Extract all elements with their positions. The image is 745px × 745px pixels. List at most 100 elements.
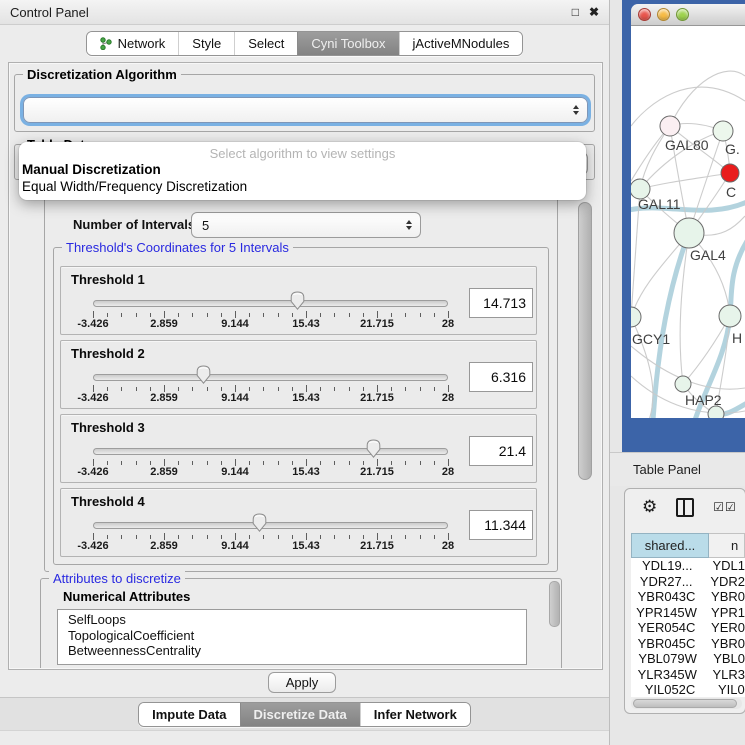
slider-thumb[interactable] — [290, 291, 305, 310]
slider-tick — [278, 535, 279, 539]
tab-style[interactable]: Style — [178, 32, 234, 55]
slider-tick — [434, 535, 435, 539]
algorithm-option-manual-discretization[interactable]: Manual Discretization — [19, 162, 586, 179]
slider-tick — [164, 311, 165, 318]
slider-tick — [405, 313, 406, 317]
table-horizontal-scrollbar[interactable] — [631, 698, 742, 709]
network-node-g[interactable] — [713, 121, 733, 141]
tab-impute-data[interactable]: Impute Data — [139, 703, 239, 726]
tab-network[interactable]: Network — [87, 32, 179, 55]
slider-tick — [192, 313, 193, 317]
threshold-value-field[interactable]: 14.713 — [469, 288, 533, 318]
network-node-h[interactable] — [719, 305, 741, 327]
network-edge — [631, 87, 745, 126]
slider-tick — [121, 535, 122, 539]
network-node-label: GCY1 — [632, 331, 670, 347]
slider-tick — [278, 461, 279, 465]
threshold-label: Threshold 1 — [71, 272, 145, 287]
threshold-value-field[interactable]: 21.4 — [469, 436, 533, 466]
slider-tick — [178, 313, 179, 317]
attributes-list-scrollbar[interactable] — [549, 581, 560, 627]
network-node-unlabeled[interactable] — [708, 406, 724, 418]
slider-tick — [405, 535, 406, 539]
slider-tick — [207, 387, 208, 391]
slider-thumb[interactable] — [366, 439, 381, 458]
tab-select[interactable]: Select — [234, 32, 297, 55]
cell-shared-name: YBR043C — [631, 589, 702, 604]
close-icon[interactable]: ✖ — [589, 5, 599, 19]
gear-icon[interactable]: ⚙ — [642, 497, 657, 517]
column-header-shared-name[interactable]: shared... — [631, 533, 709, 558]
threshold-value-field[interactable]: 11.344 — [469, 510, 533, 540]
slider-track[interactable] — [93, 374, 448, 381]
network-node-label: C — [726, 184, 736, 200]
slider-track[interactable] — [93, 448, 448, 455]
slider-tick-label: 15.43 — [292, 540, 320, 552]
column-header-name[interactable]: n — [709, 533, 745, 558]
threshold-value-field[interactable]: 6.316 — [469, 362, 533, 392]
table-row[interactable]: YBL079WYBL0 — [631, 651, 745, 667]
checkbox-icons[interactable]: ☑☑ — [713, 500, 737, 514]
network-edge — [640, 173, 730, 189]
table-row[interactable]: YBR043CYBR0 — [631, 589, 745, 605]
slider-tick — [434, 387, 435, 391]
network-window-titlebar[interactable] — [631, 4, 745, 26]
algorithm-combobox[interactable] — [23, 97, 588, 123]
network-node-gcy1[interactable] — [631, 307, 641, 327]
network-node-gal4[interactable] — [674, 218, 704, 248]
cell-name: YDL1 — [703, 558, 745, 573]
tab-discretize-data[interactable]: Discretize Data — [240, 703, 360, 726]
minimize-button[interactable] — [657, 8, 670, 21]
slider-tick-label: -3.426 — [77, 540, 108, 552]
table-hscroll-thumb[interactable] — [633, 699, 737, 708]
slider-tick — [377, 533, 378, 540]
slider-tick — [405, 461, 406, 465]
threshold-list: Threshold 1-3.4262.8599.14415.4321.71528… — [60, 266, 537, 562]
close-button[interactable] — [638, 8, 651, 21]
table-row[interactable]: YBR045CYBR0 — [631, 636, 745, 652]
network-node-gal80[interactable] — [660, 116, 680, 136]
slider-thumb[interactable] — [196, 365, 211, 384]
discretization-algorithm-group: Discretization Algorithm — [14, 74, 595, 132]
slider-tick-label: 9.144 — [221, 466, 249, 478]
slider-tick — [349, 461, 350, 465]
number-of-intervals-combobox[interactable]: 5 — [191, 212, 421, 238]
slider-tick — [93, 385, 94, 392]
slider-thumb[interactable] — [252, 513, 267, 532]
apply-button[interactable]: Apply — [268, 672, 336, 693]
slider-tick-label: -3.426 — [77, 466, 108, 478]
tab-cyni-toolbox[interactable]: Cyni Toolbox — [297, 32, 398, 55]
attribute-item-betweennesscentrality[interactable]: BetweennessCentrality — [58, 643, 526, 659]
attribute-item-topologicalcoefficient[interactable]: TopologicalCoefficient — [58, 628, 526, 644]
table-row[interactable]: YDR27...YDR2 — [631, 574, 745, 590]
slider-tick — [192, 387, 193, 391]
slider-track[interactable] — [93, 300, 448, 307]
table-row[interactable]: YLR345WYLR3 — [631, 667, 745, 683]
table-row[interactable]: YPR145WYPR1 — [631, 605, 745, 621]
table-header: shared... n — [631, 533, 745, 558]
column-layout-icon[interactable] — [676, 498, 694, 517]
slider-tick — [136, 535, 137, 539]
slider-tick-label: -3.426 — [77, 392, 108, 404]
zoom-button[interactable] — [676, 8, 689, 21]
network-edge — [670, 71, 745, 126]
settings-vertical-scrollbar[interactable] — [578, 202, 592, 480]
network-node-hap2[interactable] — [675, 376, 691, 392]
slider-tick — [349, 313, 350, 317]
slider-tick — [150, 313, 151, 317]
cell-name: YIL0 — [709, 682, 745, 697]
table-row[interactable]: YDL19...YDL1 — [631, 558, 745, 574]
attribute-item-selfloops[interactable]: SelfLoops — [58, 612, 526, 628]
float-window-icon[interactable]: □ — [572, 5, 579, 19]
slider-tick-label: 28 — [442, 540, 454, 552]
table-row[interactable]: YIL052CYIL0 — [631, 682, 745, 697]
bottom-tab-strip: Impute DataDiscretize DataInfer Network — [0, 697, 609, 731]
stepper-icon — [573, 105, 579, 115]
tab-infer-network[interactable]: Infer Network — [360, 703, 470, 726]
table-row[interactable]: YER054CYER0 — [631, 620, 745, 636]
slider-track[interactable] — [93, 522, 448, 529]
network-canvas[interactable]: GAL80G.CGAL11GAL4GCY1HHAP2 — [631, 26, 745, 418]
tab-jactivemnodules[interactable]: jActiveMNodules — [399, 32, 523, 55]
network-node-c[interactable] — [721, 164, 739, 182]
algorithm-option-equal-width-frequency-discretization[interactable]: Equal Width/Frequency Discretization — [19, 179, 586, 196]
